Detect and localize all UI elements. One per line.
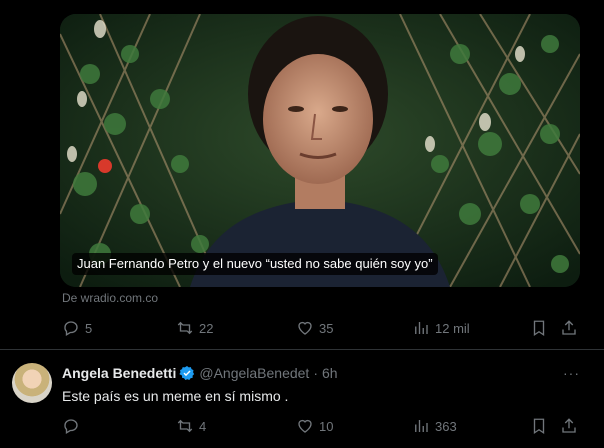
bookmark-icon	[533, 320, 545, 337]
reply-icon	[64, 321, 78, 336]
reply-button[interactable]	[62, 417, 85, 435]
action-bar: 4 10 363	[60, 417, 580, 439]
views-icon	[415, 322, 428, 334]
verified-icon	[179, 366, 195, 380]
bookmark-button[interactable]	[530, 417, 548, 440]
like-icon	[298, 419, 312, 433]
repost-count: 22	[199, 320, 214, 336]
like-count: 35	[319, 320, 334, 336]
repost-icon	[177, 419, 193, 433]
like-count: 10	[319, 418, 334, 434]
timestamp[interactable]: 6h	[322, 365, 338, 381]
action-bar: 5 22 35 12 mil	[60, 319, 580, 341]
tweet-reply[interactable]: Angela Benedetti @AngelaBenedet · 6h ···…	[0, 351, 604, 448]
views-button[interactable]: 363	[412, 417, 457, 435]
share-button[interactable]	[560, 417, 578, 440]
link-card[interactable]: Juan Fernando Petro y el nuevo “usted no…	[60, 14, 580, 287]
link-source[interactable]: De wradio.com.co	[62, 291, 158, 305]
more-icon[interactable]: ···	[563, 365, 580, 381]
repost-count: 4	[199, 418, 207, 434]
separator-dot: ·	[313, 365, 318, 381]
tweet-previous: Juan Fernando Petro y el nuevo “usted no…	[0, 0, 604, 350]
avatar[interactable]	[12, 363, 52, 403]
reply-icon	[64, 419, 78, 434]
bookmark-icon	[533, 418, 545, 435]
views-count: 363	[435, 418, 457, 434]
like-button[interactable]: 10	[296, 417, 333, 435]
share-icon	[562, 320, 576, 335]
views-icon	[415, 420, 428, 432]
repost-button[interactable]: 4	[176, 417, 206, 435]
tweet-header: Angela Benedetti @AngelaBenedet · 6h	[62, 365, 338, 381]
bookmark-button[interactable]	[530, 319, 548, 342]
repost-icon	[177, 321, 193, 335]
like-icon	[298, 321, 312, 335]
reply-button[interactable]: 5	[62, 319, 92, 337]
share-icon	[562, 418, 576, 433]
author-name[interactable]: Angela Benedetti	[62, 365, 176, 381]
author-handle[interactable]: @AngelaBenedet	[199, 365, 309, 381]
repost-button[interactable]: 22	[176, 319, 213, 337]
tweet-text: Este país es un meme en sí mismo .	[62, 388, 289, 404]
card-caption: Juan Fernando Petro y el nuevo “usted no…	[72, 253, 438, 275]
views-button[interactable]: 12 mil	[412, 319, 470, 337]
like-button[interactable]: 35	[296, 319, 333, 337]
reply-count: 5	[85, 320, 93, 336]
share-button[interactable]	[560, 319, 578, 342]
card-photo	[60, 14, 580, 287]
views-count: 12 mil	[435, 320, 470, 336]
